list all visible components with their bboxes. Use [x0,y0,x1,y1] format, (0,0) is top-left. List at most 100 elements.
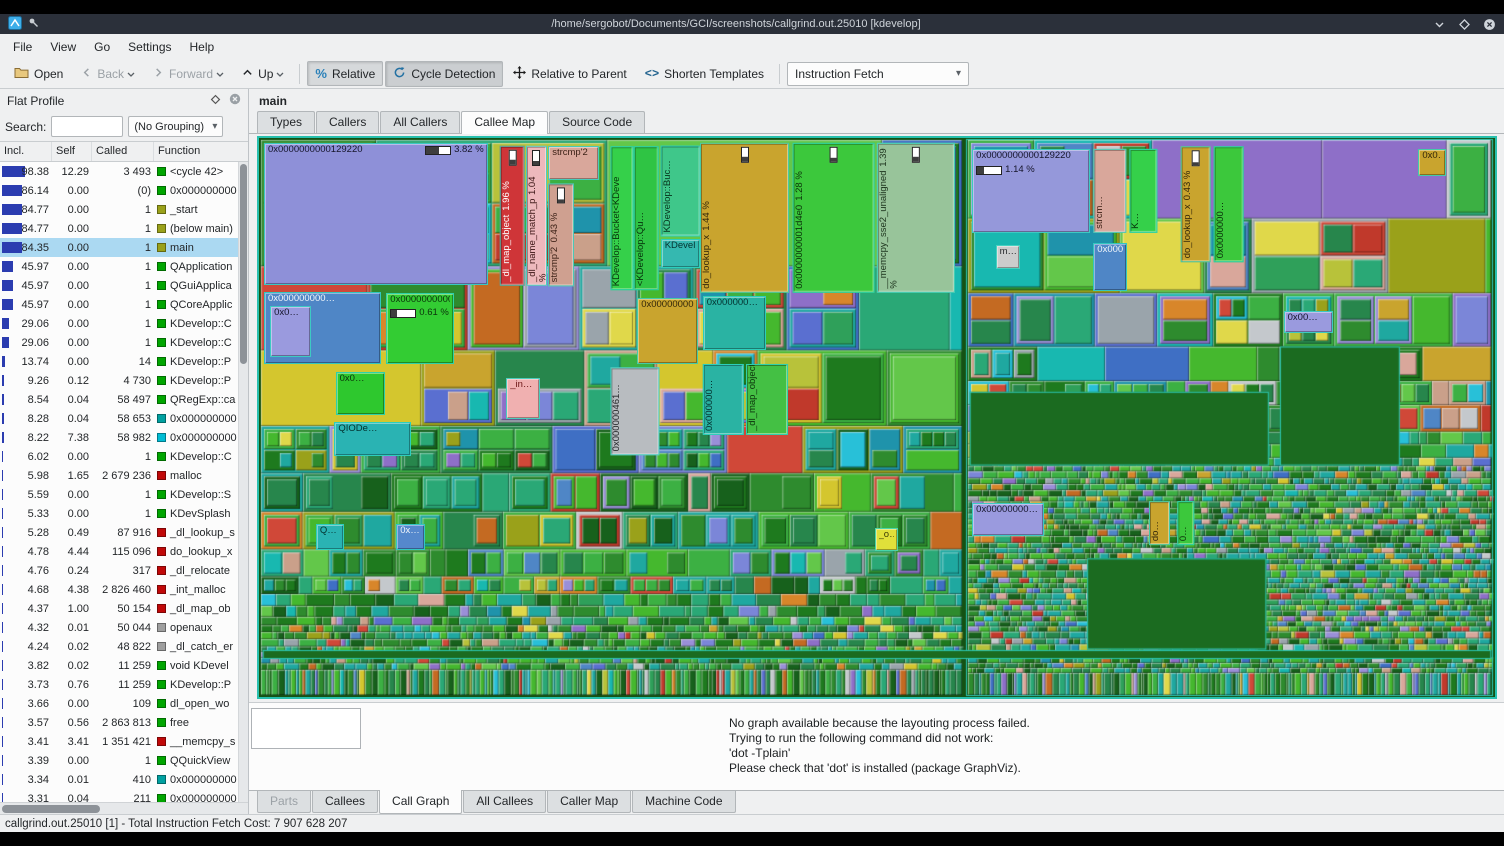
table-row[interactable]: 4.320.0150 044openaux [0,618,238,637]
table-row[interactable]: 8.227.3858 9820x000000000 [0,428,238,447]
scrollbar-thumb[interactable] [2,805,100,813]
tab-callees[interactable]: Callees [312,791,378,813]
column-incl[interactable]: Incl. [0,142,52,161]
treemap-block-kdev-buc[interactable]: KDevelop::Buc… [661,146,701,237]
treemap-block-dl-map-object[interactable]: _dl_map_object1.96 % [500,146,525,286]
treemap-block-strcmp2-top[interactable]: strcmp'2 [548,146,599,181]
up-button[interactable]: Up [234,62,292,86]
menu-go[interactable]: Go [85,37,119,57]
treemap-block-0x129220-right[interactable]: 0x00000000001292201.14 % [972,149,1089,233]
table-row[interactable]: 4.760.24317_dl_relocate [0,561,238,580]
shorten-templates-toggle[interactable]: <> Shorten Templates [637,62,772,86]
menu-view[interactable]: View [41,37,85,57]
treemap-block-0x129220-main[interactable]: 0x00000000001292203.82 % [264,143,488,285]
event-type-combobox[interactable]: Instruction Fetch ▾ [787,62,969,86]
scrollbar-thumb[interactable] [240,164,247,364]
maximize-button[interactable] [1458,18,1471,31]
table-row[interactable]: 4.240.0248 822_dl_catch_er [0,637,238,656]
treemap-block-do-gold-sm[interactable]: do… [1149,501,1170,545]
tab-caller-map[interactable]: Caller Map [547,791,631,813]
treemap-block-0x000-blue[interactable]: 0x000… [1093,243,1126,291]
treemap-block-0x-green-strip[interactable]: 0x0000000… [1214,146,1244,262]
treemap-block-k-strip[interactable]: K… [1129,149,1157,233]
treemap-block-dl-name-match-p[interactable]: _dl_name_match_p1.04 % [526,146,547,286]
table-row[interactable]: 6.020.001KDevelop::C [0,447,238,466]
menu-settings[interactable]: Settings [119,37,180,57]
table-row[interactable]: 3.570.562 863 813free [0,713,238,732]
search-input[interactable] [51,116,123,137]
table-row[interactable]: 45.970.001QGuiApplica [0,276,238,295]
back-button[interactable]: Back [73,62,143,86]
treemap-block-m-gray[interactable]: m… [996,245,1021,269]
table-row[interactable]: 45.970.001QApplication [0,257,238,276]
treemap-block-0x-blue-sm[interactable]: 0x… [396,524,424,550]
relative-toggle[interactable]: % Relative [307,61,383,86]
minimize-button[interactable] [1433,18,1446,31]
table-vertical-scrollbar[interactable] [238,162,248,802]
table-row[interactable]: 3.413.411 351 421__memcpy_s [0,732,238,751]
relative-to-parent-toggle[interactable]: Relative to Parent [505,61,634,87]
treemap-block-0x-teal-v[interactable]: 0x000000… [703,364,744,435]
table-row[interactable]: 4.371.0050 154_dl_map_ob [0,599,238,618]
table-row[interactable]: 13.740.0014KDevelop::P [0,352,238,371]
table-row[interactable]: 29.060.001KDevelop::C [0,314,238,333]
treemap-block-0x1d4e0[interactable]: 0x0000000001d4e01.28 % [793,143,875,293]
table-row[interactable]: 5.280.4987 916_dl_lookup_s [0,523,238,542]
treemap-block-kdev-bucke[interactable]: KDevel…::Bucke… [661,239,701,268]
treemap-block-kdev-bucket-2[interactable]: <KDevelop::Qu… [634,146,659,290]
back-dropdown-icon[interactable] [127,67,135,81]
table-row[interactable]: 8.540.0458 497QRegExp::ca [0,390,238,409]
treemap-block-strcmp2-v[interactable]: strcmp'20.43 % [548,183,574,286]
table-row[interactable]: 45.970.001QCoreApplic [0,295,238,314]
tab-all-callers[interactable]: All Callers [380,111,460,133]
forward-button[interactable]: Forward [145,62,232,86]
treemap-block-do-lookup-x-2[interactable]: do_lookup_x0.43 % [1181,146,1211,262]
table-row[interactable]: 84.770.001_start [0,200,238,219]
treemap-block-q-teal-sm[interactable]: Q… [316,524,344,550]
treemap-block-0x-purple-sub[interactable]: 0x0… [270,306,311,356]
menu-file[interactable]: File [4,37,41,57]
treemap-block-0x461-gray[interactable]: 0x000000461… [610,367,659,455]
treemap-block-0x00-purple-sm[interactable]: 0x00… [1284,311,1333,333]
table-row[interactable]: 4.784.44115 096do_lookup_x [0,542,238,561]
treemap-block-0-green-sm[interactable]: 0… [1177,501,1194,545]
treemap-block-0x-purple-bottom[interactable]: 0x00000000… [972,503,1044,536]
treemap-block-dl-map-object-2[interactable]: _dl_map_object… [746,364,788,435]
column-called[interactable]: Called [92,142,154,161]
table-row[interactable]: 3.820.0211 259void KDevel [0,656,238,675]
column-self[interactable]: Self [52,142,92,161]
table-row[interactable]: 5.330.001KDevSplash [0,504,238,523]
table-row[interactable]: 5.981.652 679 236malloc [0,466,238,485]
tab-callers[interactable]: Callers [316,111,379,133]
tab-callee-map[interactable]: Callee Map [461,111,548,134]
treemap-block-in-pink[interactable]: _in… [506,378,539,419]
tab-source-code[interactable]: Source Code [549,111,645,133]
menu-help[interactable]: Help [181,37,224,57]
table-horizontal-scrollbar[interactable] [0,802,248,814]
title-bar[interactable]: /home/sergobot/Documents/GCI/screenshots… [0,14,1504,34]
treemap-block-0x-teal[interactable]: 0x000000… [703,296,766,351]
table-row[interactable]: 3.730.7611 259KDevelop::P [0,675,238,694]
table-row[interactable]: 84.770.001(below main) [0,219,238,238]
grouping-combobox[interactable]: (No Grouping) ▾ [128,116,223,137]
tab-types[interactable]: Types [257,111,315,133]
table-row[interactable]: 84.350.001main [0,238,238,257]
table-row[interactable]: 86.140.00(0)0x000000000 [0,181,238,200]
open-button[interactable]: Open [6,61,71,87]
close-dock-icon[interactable] [229,93,241,108]
tab-machine-code[interactable]: Machine Code [632,791,735,813]
treemap-block-do-lookup-x[interactable]: do_lookup_x1.44 % [700,143,789,293]
treemap-block-memcpy-sse2[interactable]: __memcpy_sse2_unaligned1.39 % [877,143,955,293]
table-row[interactable]: 3.340.014100x000000000 [0,770,238,789]
treemap-block-0x0-gold-tr[interactable]: 0x0… [1418,149,1445,176]
treemap-block-strcm[interactable]: strcm… [1093,149,1126,233]
forward-dropdown-icon[interactable] [216,67,224,81]
tab-parts[interactable]: Parts [257,791,311,813]
treemap-block-0x0-green[interactable]: 0x0… [336,372,385,416]
tab-all-callees[interactable]: All Callees [463,791,546,813]
cycle-detection-toggle[interactable]: Cycle Detection [385,61,503,87]
table-row[interactable]: 3.390.001QQuickView [0,751,238,770]
treemap-block-o-yellow-sm[interactable]: _o… [875,528,898,551]
table-row[interactable]: 5.590.001KDevelop::S [0,485,238,504]
close-button[interactable] [1483,18,1496,31]
